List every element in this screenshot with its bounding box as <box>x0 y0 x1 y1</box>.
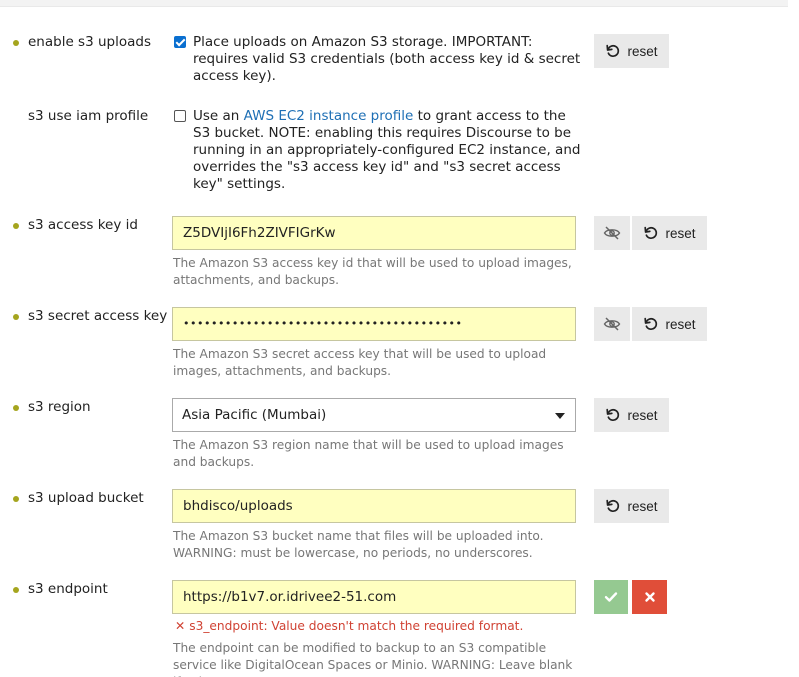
s3-secret-access-key-input[interactable]: •••••••••••••••••••••••••••••••••••••••• <box>172 307 576 341</box>
rotate-left-icon <box>605 43 621 59</box>
setting-description: Place uploads on Amazon S3 storage. IMPO… <box>193 34 581 84</box>
eye-slash-icon <box>603 316 621 332</box>
reset-button[interactable]: reset <box>594 398 669 432</box>
rotate-left-icon <box>605 498 621 514</box>
setting-label: s3 access key id <box>28 217 138 233</box>
s3-region-select[interactable]: Asia Pacific (Mumbai) <box>172 398 576 432</box>
setting-label: s3 use iam profile <box>28 108 149 124</box>
caret-down-icon <box>555 413 565 419</box>
setting-description: Use an AWS EC2 instance profile to grant… <box>193 108 583 193</box>
validation-error: ✕ s3_endpoint: Value doesn't match the re… <box>175 619 523 633</box>
reset-button[interactable]: reset <box>594 489 669 523</box>
reset-label: reset <box>665 316 696 332</box>
overridden-indicator-dot <box>13 314 19 320</box>
toggle-visibility-button[interactable] <box>594 307 630 341</box>
overridden-indicator-dot <box>13 40 19 46</box>
selected-value: Asia Pacific (Mumbai) <box>182 407 327 423</box>
setting-label: s3 region <box>28 399 91 415</box>
setting-help-text: The Amazon S3 bucket name that files wil… <box>173 529 544 560</box>
error-text: s3_endpoint: Value doesn't match the req… <box>189 619 524 633</box>
reset-label: reset <box>627 407 658 423</box>
reset-button[interactable]: reset <box>632 216 707 250</box>
save-button[interactable] <box>594 580 628 614</box>
overridden-indicator-dot <box>13 496 19 502</box>
site-settings-page: enable s3 uploads Place uploads on Amazo… <box>0 0 799 677</box>
setting-help-text: The Amazon S3 secret access key that wil… <box>173 347 547 378</box>
times-icon: ✕ <box>175 619 186 633</box>
setting-help-text: The Amazon S3 region name that will be u… <box>173 438 564 469</box>
rotate-left-icon <box>643 316 659 332</box>
reset-button[interactable]: reset <box>632 307 707 341</box>
setting-label: enable s3 uploads <box>28 34 151 50</box>
times-icon <box>644 591 656 603</box>
s3-upload-bucket-input[interactable]: bhdisco/uploads <box>172 489 576 523</box>
eye-slash-icon <box>603 225 621 241</box>
cancel-button[interactable] <box>632 580 667 614</box>
setting-label: s3 secret access key <box>28 308 168 324</box>
rotate-left-icon <box>643 225 659 241</box>
check-icon <box>604 590 618 604</box>
s3-access-key-id-input[interactable]: Z5DVIjI6Fh2ZIVFIGrKw <box>172 216 576 250</box>
toggle-visibility-button[interactable] <box>594 216 630 250</box>
rotate-left-icon <box>605 407 621 423</box>
description-text: Use an <box>193 108 244 124</box>
setting-label: s3 endpoint <box>28 581 108 597</box>
enable-s3-uploads-checkbox[interactable] <box>174 36 186 48</box>
reset-label: reset <box>627 43 658 59</box>
reset-label: reset <box>665 225 696 241</box>
reset-label: reset <box>627 498 658 514</box>
setting-label: s3 upload bucket <box>28 490 144 506</box>
s3-endpoint-input[interactable]: https://b1v7.or.idrivee2-51.com <box>172 580 576 614</box>
top-divider <box>0 0 788 7</box>
overridden-indicator-dot <box>13 405 19 411</box>
s3-use-iam-profile-checkbox[interactable] <box>174 110 186 122</box>
aws-ec2-instance-profile-link[interactable]: AWS EC2 instance profile <box>244 108 414 124</box>
overridden-indicator-dot <box>13 223 19 229</box>
overridden-indicator-dot <box>13 587 19 593</box>
reset-button[interactable]: reset <box>594 34 669 68</box>
setting-help-text: The endpoint can be modified to backup t… <box>173 641 573 677</box>
setting-help-text: The Amazon S3 access key id that will be… <box>173 256 572 287</box>
